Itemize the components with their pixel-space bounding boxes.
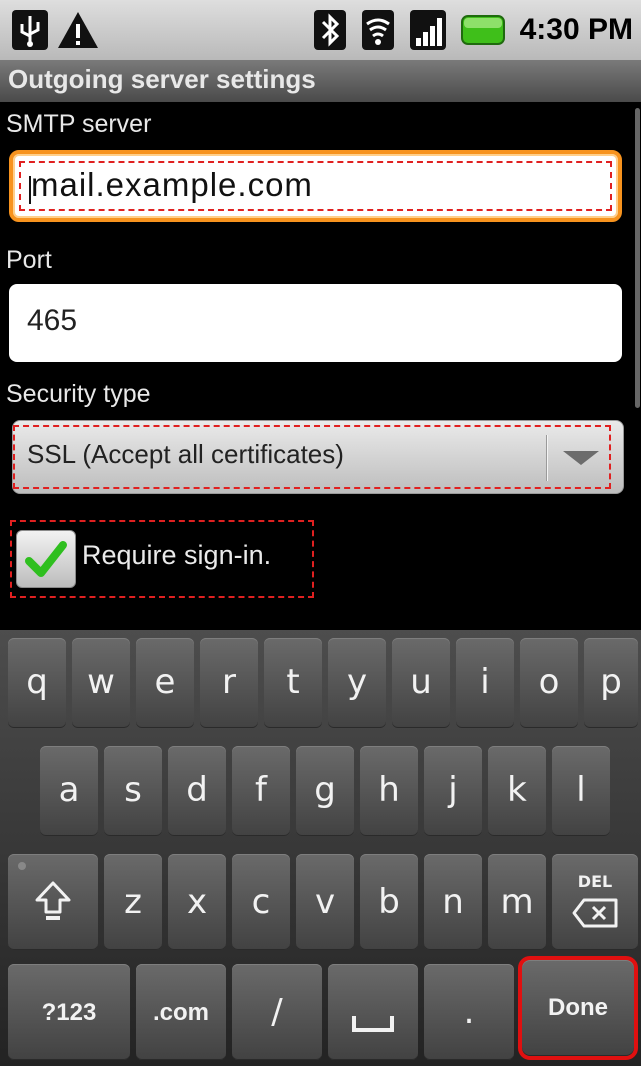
port-value: 465 (27, 304, 78, 337)
key-label: r (222, 662, 236, 702)
settings-form: SMTP server mail.example.com Port 465 Se… (0, 102, 641, 630)
key-j[interactable]: j (424, 746, 482, 836)
key-e[interactable]: e (136, 638, 194, 728)
key-label: j (448, 770, 458, 810)
key-label: o (538, 662, 560, 702)
soft-keyboard: q w e r t y u i o p a s d f g h j k l z … (0, 630, 641, 1066)
key-d[interactable]: d (168, 746, 226, 836)
key-a[interactable]: a (40, 746, 98, 836)
title-bar: Outgoing server settings (0, 60, 641, 102)
space-icon (352, 1016, 394, 1032)
key-label: m (500, 882, 534, 922)
key-label: x (186, 882, 208, 922)
key-o[interactable]: o (520, 638, 578, 728)
key-label: f (255, 770, 267, 810)
key-label: q (26, 662, 48, 702)
security-type-label: Security type (6, 380, 151, 408)
key-label: d (186, 770, 208, 810)
key-label: v (314, 882, 336, 922)
shift-key[interactable] (8, 854, 98, 950)
key-f[interactable]: f (232, 746, 290, 836)
key-label: / (271, 992, 283, 1032)
key-label: . (463, 992, 475, 1032)
key-h[interactable]: h (360, 746, 418, 836)
key-w[interactable]: w (72, 638, 130, 728)
checkmark-icon (25, 541, 67, 577)
smtp-server-label: SMTP server (6, 110, 152, 138)
shift-indicator-dot (18, 862, 26, 870)
key-y[interactable]: y (328, 638, 386, 728)
key-label: s (124, 770, 142, 810)
key-n[interactable]: n (424, 854, 482, 950)
warning-icon (58, 12, 98, 48)
signal-icon (410, 10, 446, 50)
wifi-icon (362, 10, 394, 50)
key-label: Done (548, 994, 608, 1021)
usb-icon (12, 10, 48, 50)
require-signin-label: Require sign-in. (82, 540, 272, 570)
key-c[interactable]: c (232, 854, 290, 950)
key-b[interactable]: b (360, 854, 418, 950)
key-x[interactable]: x (168, 854, 226, 950)
key-label: ?123 (41, 999, 97, 1026)
smtp-server-value: mail.example.com (31, 166, 313, 203)
status-time: 4:30 PM (519, 13, 633, 46)
shift-icon (35, 881, 71, 920)
key-label: p (600, 662, 622, 702)
key-m[interactable]: m (488, 854, 546, 950)
security-type-value: SSL (Accept all certificates) (27, 439, 344, 469)
key-r[interactable]: r (200, 638, 258, 728)
port-label: Port (6, 246, 52, 274)
key-label: h (378, 770, 400, 810)
key-label: a (58, 770, 80, 810)
key-k[interactable]: k (488, 746, 546, 836)
bluetooth-icon (314, 10, 346, 50)
key-label: n (442, 882, 464, 922)
smtp-server-input[interactable]: mail.example.com (9, 150, 622, 222)
slash-key[interactable]: / (232, 964, 322, 1060)
dotcom-key[interactable]: .com (136, 964, 226, 1060)
port-input[interactable]: 465 (9, 284, 622, 362)
key-label: g (314, 770, 336, 810)
key-label: e (154, 662, 176, 702)
key-q[interactable]: q (8, 638, 66, 728)
delete-key-label: DEL (577, 872, 613, 891)
key-label: b (378, 882, 400, 922)
require-signin-checkbox[interactable] (16, 530, 76, 588)
key-l[interactable]: l (552, 746, 610, 836)
key-v[interactable]: v (296, 854, 354, 950)
page-title: Outgoing server settings (8, 64, 316, 94)
period-key[interactable]: . (424, 964, 514, 1060)
key-label: y (346, 662, 368, 702)
dropdown-divider (546, 435, 547, 481)
key-s[interactable]: s (104, 746, 162, 836)
key-i[interactable]: i (456, 638, 514, 728)
battery-icon (461, 15, 505, 45)
key-label: z (124, 882, 142, 922)
key-label: c (251, 882, 271, 922)
done-key[interactable]: Done (518, 956, 638, 1060)
key-label: w (87, 662, 115, 702)
require-signin-row[interactable]: Require sign-in. (10, 520, 314, 598)
key-label: .com (152, 999, 209, 1026)
space-key[interactable] (328, 964, 418, 1060)
key-g[interactable]: g (296, 746, 354, 836)
key-u[interactable]: u (392, 638, 450, 728)
key-label: k (507, 770, 527, 810)
key-label: u (410, 662, 432, 702)
scrollbar[interactable] (635, 108, 640, 408)
key-p[interactable]: p (584, 638, 638, 728)
security-type-dropdown[interactable]: SSL (Accept all certificates) (12, 420, 624, 494)
backspace-icon (572, 898, 618, 928)
key-label: i (480, 662, 490, 702)
status-bar: 4:30 PM (0, 0, 641, 60)
symbols-key[interactable]: ?123 (8, 964, 130, 1060)
key-label: l (576, 770, 586, 810)
key-t[interactable]: t (264, 638, 322, 728)
chevron-down-icon (563, 451, 599, 465)
key-z[interactable]: z (104, 854, 162, 950)
key-label: t (286, 662, 300, 702)
delete-key[interactable]: DEL (552, 854, 638, 950)
